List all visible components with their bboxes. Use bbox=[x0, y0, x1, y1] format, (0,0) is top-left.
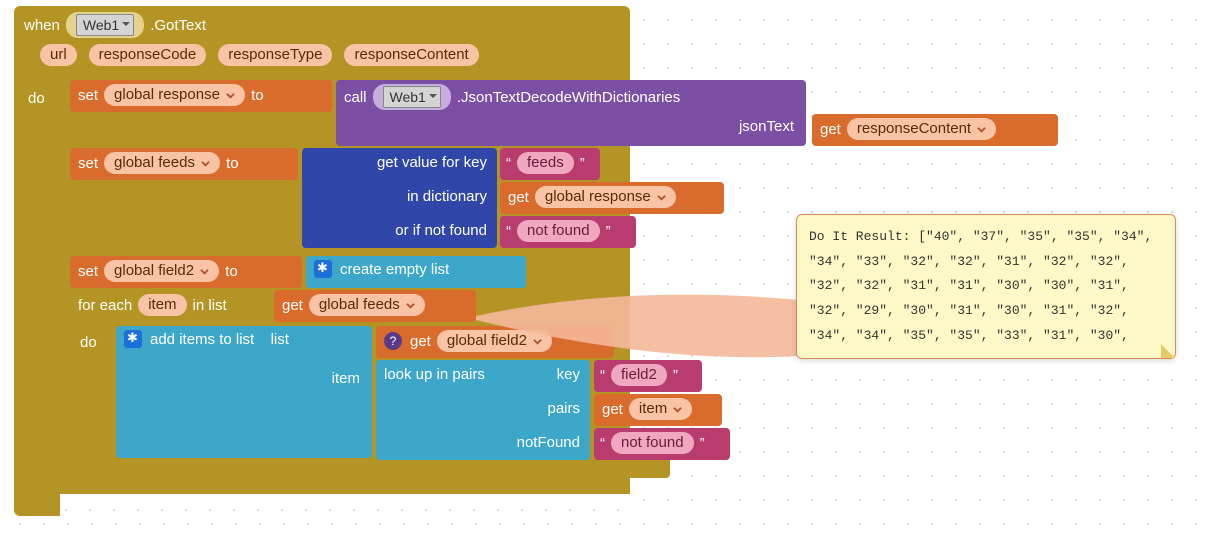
call-jsontextdecode-block[interactable]: call Web1 .JsonTextDecodeWithDictionarie… bbox=[336, 80, 806, 146]
get-label-5: get bbox=[602, 401, 623, 418]
var-global-feeds[interactable]: global feeds bbox=[104, 152, 220, 174]
quote-open: “ bbox=[506, 223, 511, 240]
quote-open: “ bbox=[600, 435, 605, 452]
do-it-result-tooltip: Do It Result: ["40", "37", "35", "35", "… bbox=[796, 214, 1176, 359]
var-global-field2[interactable]: global field2 bbox=[104, 260, 219, 282]
quote-open: “ bbox=[600, 367, 605, 384]
inlist-label: in list bbox=[193, 297, 227, 314]
quote-close: ” bbox=[606, 223, 611, 240]
get-global-response-block[interactable]: get global response bbox=[500, 182, 724, 214]
quote-close: ” bbox=[580, 155, 585, 172]
get-label-2: get bbox=[508, 189, 529, 206]
component-name[interactable]: Web1 bbox=[76, 14, 134, 36]
call-component[interactable]: Web1 bbox=[383, 86, 441, 108]
pairs-label: pairs bbox=[547, 400, 580, 417]
string-notfound-1: not found bbox=[517, 220, 600, 242]
key-label: key bbox=[557, 366, 580, 383]
string-field2: field2 bbox=[611, 364, 667, 386]
list-label: list bbox=[271, 331, 289, 348]
indictionary-label: in dictionary bbox=[407, 188, 487, 205]
var-global-field2-2[interactable]: global field2 bbox=[437, 330, 552, 352]
tooltip-text: Do It Result: ["40", "37", "35", "35", "… bbox=[809, 229, 1152, 343]
chevron-down-icon bbox=[200, 267, 209, 276]
do-label-2: do bbox=[80, 334, 97, 351]
item-label: item bbox=[332, 370, 360, 387]
chevron-down-icon bbox=[201, 159, 210, 168]
add-items-to-list-block[interactable]: add items to list list item bbox=[116, 326, 372, 458]
get-label-4: get bbox=[410, 333, 431, 350]
set-label: set bbox=[78, 87, 98, 104]
set-global-feeds-block[interactable]: set global feeds to bbox=[70, 148, 298, 180]
get-global-feeds-block[interactable]: get global feeds bbox=[274, 290, 476, 322]
var-responsecontent[interactable]: responseContent bbox=[847, 118, 996, 140]
gear-icon[interactable] bbox=[314, 260, 332, 278]
param-responseCode[interactable]: responseCode bbox=[89, 44, 207, 66]
param-url[interactable]: url bbox=[40, 44, 77, 66]
set-global-field2-block[interactable]: set global field2 to bbox=[70, 256, 302, 288]
getvalueforkey-label: get value for key bbox=[377, 154, 487, 171]
chevron-down-icon bbox=[673, 405, 682, 414]
dict-getvalue-block[interactable]: get value for key in dictionary or if no… bbox=[302, 148, 497, 248]
call-method: .JsonTextDecodeWithDictionaries bbox=[457, 89, 680, 106]
gear-icon-2[interactable] bbox=[124, 330, 142, 348]
chevron-down-icon bbox=[226, 91, 235, 100]
foreach-item[interactable]: item bbox=[138, 294, 186, 316]
var-global-response[interactable]: global response bbox=[104, 84, 245, 106]
param-responseContent[interactable]: responseContent bbox=[344, 44, 478, 66]
component-dropdown[interactable]: Web1 bbox=[66, 12, 144, 38]
to-label-2: to bbox=[226, 155, 239, 172]
set-label-2: set bbox=[78, 155, 98, 172]
set-global-response-block[interactable]: set global response to bbox=[70, 80, 332, 112]
chevron-down-icon bbox=[657, 193, 666, 202]
help-icon[interactable]: ? bbox=[384, 332, 402, 350]
chevron-down-icon bbox=[977, 125, 986, 134]
lookup-label: look up in pairs bbox=[384, 366, 485, 383]
lookup-pairs-block[interactable]: look up in pairs key pairs notFound bbox=[376, 360, 590, 460]
string-feeds: feeds bbox=[517, 152, 574, 174]
string-notfound-2: not found bbox=[611, 432, 694, 454]
when-label: when bbox=[24, 17, 60, 34]
var-global-feeds-2[interactable]: global feeds bbox=[309, 294, 425, 316]
get-label: get bbox=[820, 121, 841, 138]
call-label: call bbox=[344, 89, 367, 106]
get-global-field2-block[interactable]: ? get global field2 bbox=[376, 326, 614, 358]
string-notfound-block-1[interactable]: “ not found ” bbox=[500, 216, 636, 248]
do-label: do bbox=[28, 90, 45, 107]
quote-open: “ bbox=[506, 155, 511, 172]
string-feeds-block[interactable]: “ feeds ” bbox=[500, 148, 600, 180]
chevron-down-icon bbox=[533, 337, 542, 346]
create-empty-list-block[interactable]: create empty list bbox=[306, 256, 526, 288]
orifnotfound-label: or if not found bbox=[395, 222, 487, 239]
var-item[interactable]: item bbox=[629, 398, 693, 420]
quote-close: ” bbox=[700, 435, 705, 452]
param-responseType[interactable]: responseType bbox=[218, 44, 332, 66]
set-label-3: set bbox=[78, 263, 98, 280]
string-field2-block[interactable]: “ field2 ” bbox=[594, 360, 702, 392]
string-notfound-block-2[interactable]: “ not found ” bbox=[594, 428, 730, 460]
get-responsecontent-block[interactable]: get responseContent bbox=[812, 114, 1058, 146]
event-name: .GotText bbox=[150, 17, 206, 34]
arg-jsonText: jsonText bbox=[739, 118, 794, 135]
var-global-response-2[interactable]: global response bbox=[535, 186, 676, 208]
to-label: to bbox=[251, 87, 264, 104]
call-component-dropdown[interactable]: Web1 bbox=[373, 84, 451, 110]
quote-close: ” bbox=[673, 367, 678, 384]
create-empty-list-label: create empty list bbox=[340, 261, 449, 278]
additems-label: add items to list bbox=[150, 331, 254, 348]
get-label-3: get bbox=[282, 297, 303, 314]
get-item-block[interactable]: get item bbox=[594, 394, 722, 426]
foreach-label: for each bbox=[78, 297, 132, 314]
to-label-3: to bbox=[225, 263, 238, 280]
notfound-label: notFound bbox=[517, 434, 580, 451]
chevron-down-icon bbox=[406, 301, 415, 310]
